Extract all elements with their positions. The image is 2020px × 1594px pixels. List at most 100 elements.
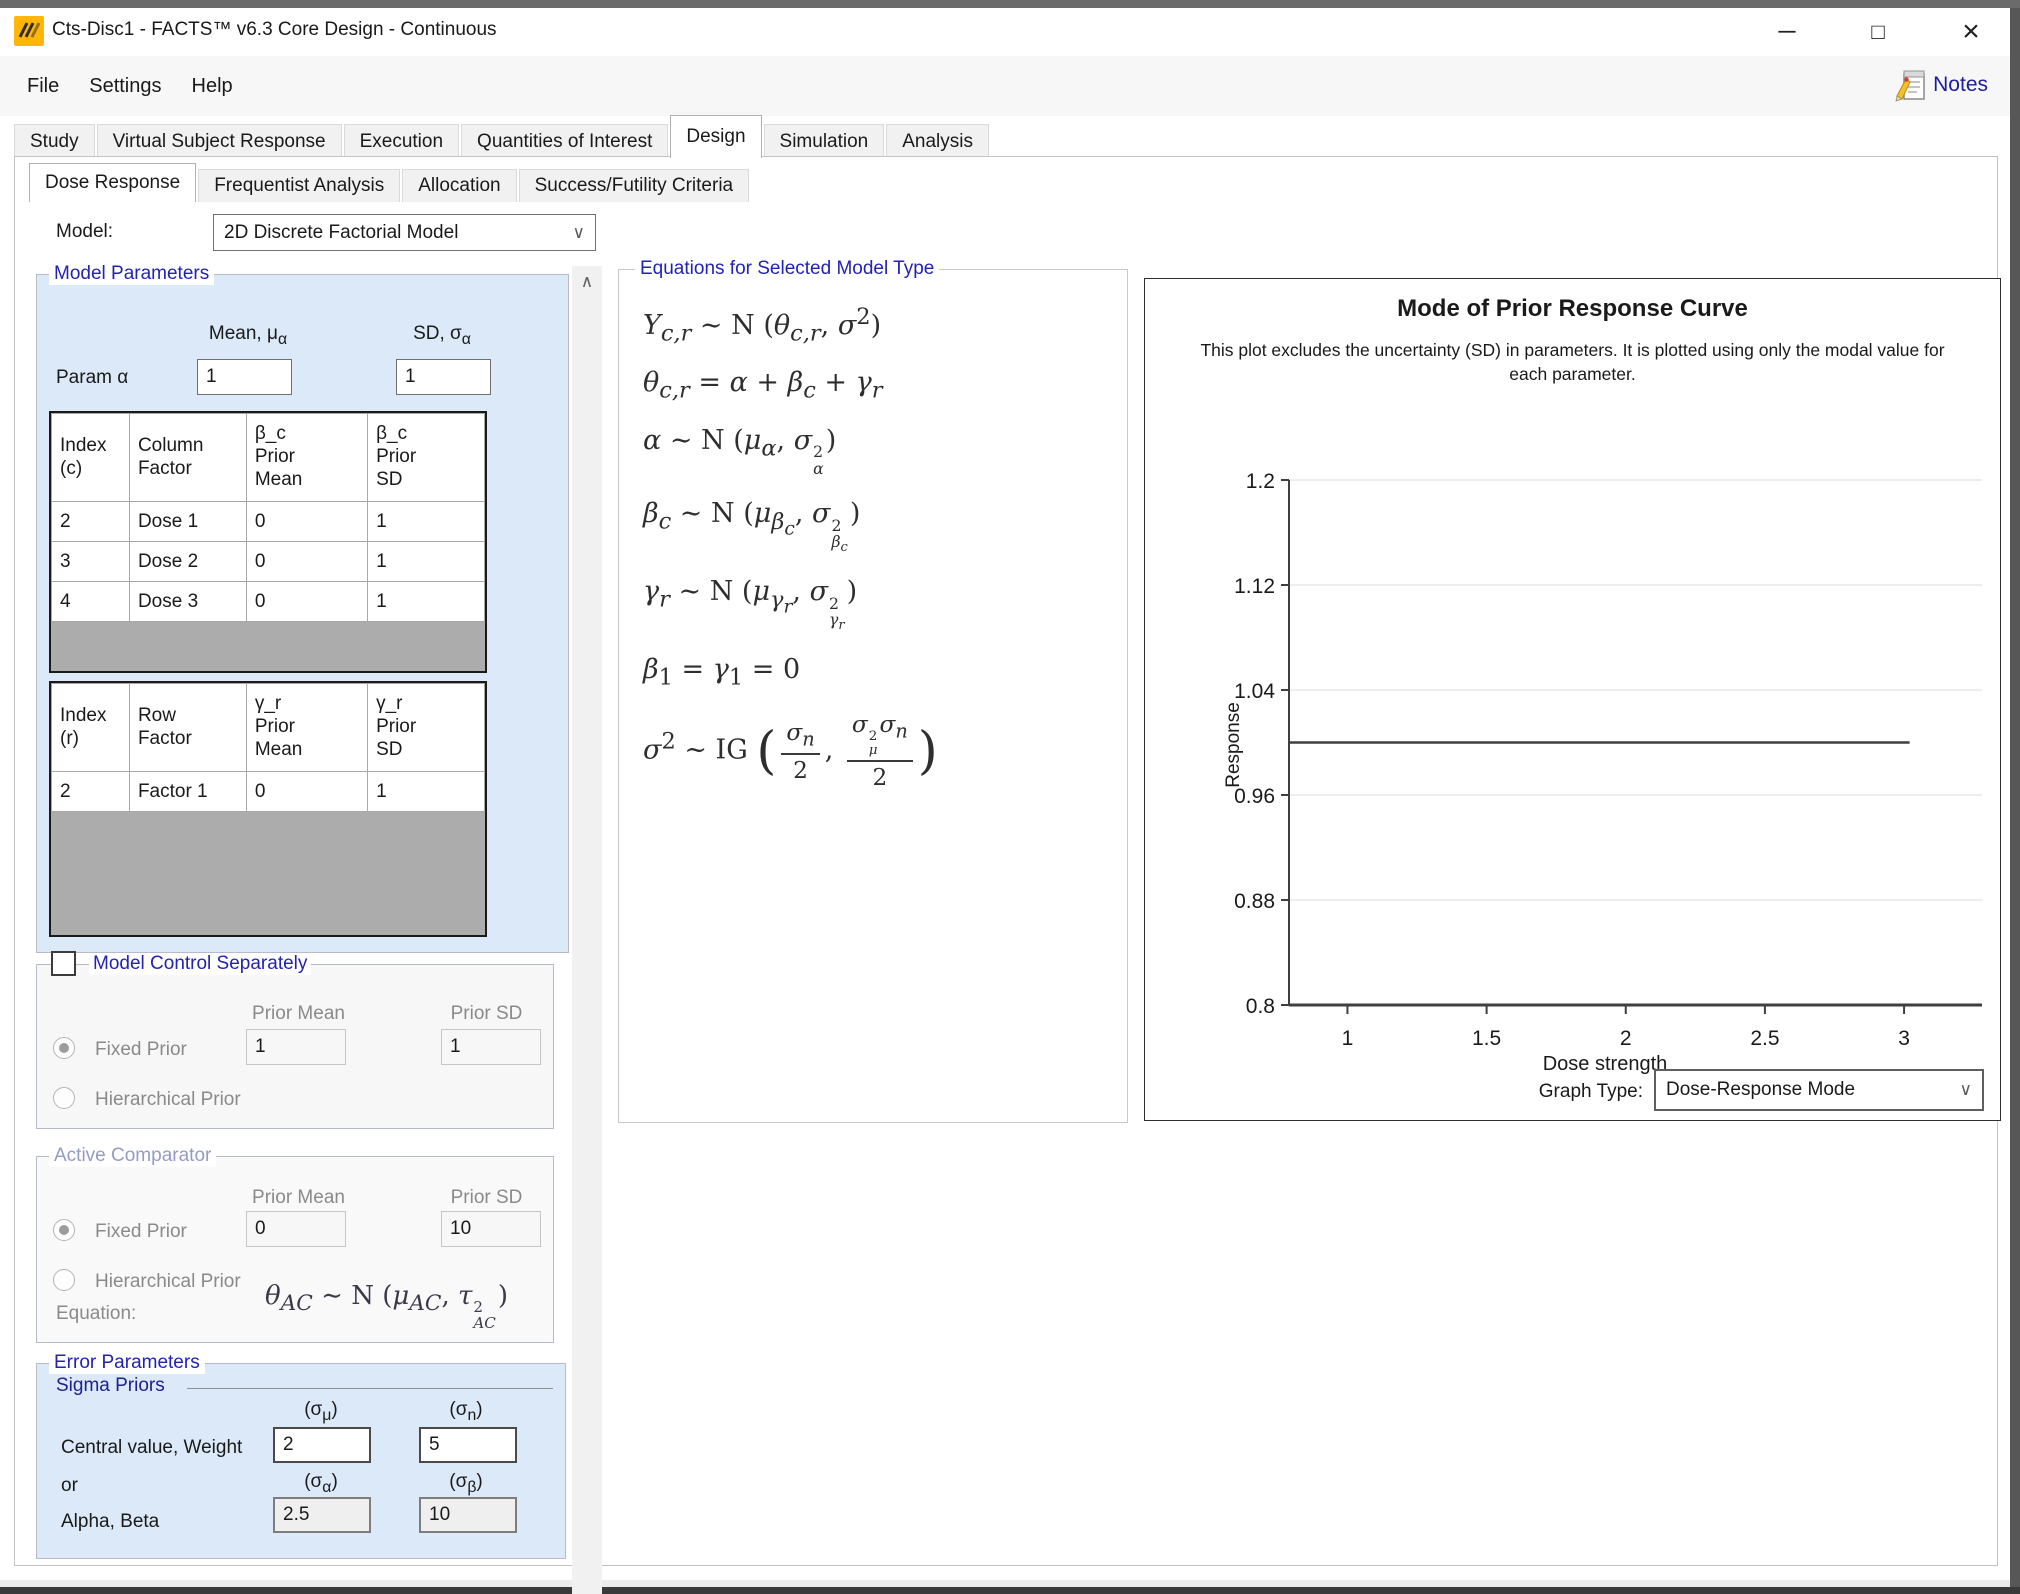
design-sub-tab-strip: Dose ResponseFrequentist AnalysisAllocat… bbox=[29, 162, 751, 202]
mc-prior-mean-input[interactable]: 1 bbox=[246, 1029, 346, 1065]
subtab-success-futility-criteria[interactable]: Success/Futility Criteria bbox=[519, 169, 750, 202]
table-cell[interactable]: Dose 3 bbox=[129, 582, 246, 622]
weight-input[interactable]: 5 bbox=[419, 1427, 517, 1463]
notes-label: Notes bbox=[1933, 73, 1988, 97]
minimize-button[interactable]: ─ bbox=[1755, 8, 1819, 56]
table-cell[interactable]: 1 bbox=[368, 542, 485, 582]
equations-panel: Equations for Selected Model Type Yc,r ∼… bbox=[618, 269, 1128, 1123]
ac-hierarchical-prior-radio[interactable] bbox=[53, 1269, 75, 1291]
table-cell[interactable]: 4 bbox=[52, 582, 130, 622]
model-equation: β1 = γ1 = 0 bbox=[643, 654, 1117, 690]
column-header[interactable]: Index (r) bbox=[52, 684, 130, 772]
menu-item-settings[interactable]: Settings bbox=[87, 71, 163, 102]
table-cell[interactable]: Factor 1 bbox=[129, 772, 246, 812]
chart-title: Mode of Prior Response Curve bbox=[1145, 295, 2000, 323]
table-cell[interactable]: 2 bbox=[52, 502, 130, 542]
scroll-up-icon[interactable]: ∧ bbox=[572, 268, 602, 296]
tab-virtual-subject-response[interactable]: Virtual Subject Response bbox=[97, 124, 342, 158]
screen: Cts-Disc1 - FACTS™ v6.3 Core Design - Co… bbox=[0, 0, 2020, 1594]
model-control-checkbox[interactable] bbox=[51, 951, 76, 976]
subtab-dose-response[interactable]: Dose Response bbox=[29, 163, 196, 202]
model-dropdown[interactable]: 2D Discrete Factorial Model ∨ bbox=[213, 214, 596, 251]
close-button[interactable]: × bbox=[1939, 8, 2003, 56]
column-header[interactable]: Index (c) bbox=[52, 414, 130, 502]
left-panel-scrollbar[interactable]: ∧ ∨ bbox=[572, 266, 602, 1594]
tab-study[interactable]: Study bbox=[14, 124, 95, 158]
column-header[interactable]: Column Factor bbox=[129, 414, 246, 502]
ac-prior-mean-input[interactable]: 0 bbox=[246, 1211, 346, 1247]
table-row[interactable]: 2Dose 101 bbox=[52, 502, 485, 542]
sigma-priors-rule bbox=[187, 1388, 553, 1389]
mc-hierarchical-prior-radio[interactable] bbox=[53, 1087, 75, 1109]
model-parameters-title: Model Parameters bbox=[49, 263, 214, 285]
prior-response-chart-panel: Mode of Prior Response Curve This plot e… bbox=[1144, 278, 2001, 1121]
title-bar: Cts-Disc1 - FACTS™ v6.3 Core Design - Co… bbox=[0, 8, 2010, 56]
table-cell[interactable]: 0 bbox=[246, 502, 367, 542]
table-cell[interactable]: 0 bbox=[246, 582, 367, 622]
model-label: Model: bbox=[56, 221, 113, 243]
menu-item-help[interactable]: Help bbox=[190, 71, 235, 102]
model-equation: Yc,r ∼ N (θc,r, σ2) bbox=[643, 304, 1117, 346]
mc-prior-sd-input[interactable]: 1 bbox=[441, 1029, 541, 1065]
column-header[interactable]: β_c Prior Mean bbox=[246, 414, 367, 502]
y-tick-label: 1.04 bbox=[1234, 680, 1275, 703]
y-tick-label: 1.12 bbox=[1234, 575, 1275, 598]
tab-execution[interactable]: Execution bbox=[344, 124, 459, 158]
chevron-down-icon: ∨ bbox=[1960, 1080, 1972, 1100]
param-alpha-mean-input[interactable]: 1 bbox=[197, 359, 292, 395]
tab-analysis[interactable]: Analysis bbox=[886, 124, 989, 158]
alpha-beta-label: Alpha, Beta bbox=[61, 1511, 159, 1533]
table-row[interactable]: 4Dose 301 bbox=[52, 582, 485, 622]
chevron-down-icon: ∨ bbox=[573, 223, 585, 243]
mc-hierarchical-prior-label[interactable]: Hierarchical Prior bbox=[95, 1089, 241, 1111]
active-comparator-title: Active Comparator bbox=[49, 1145, 216, 1167]
table-cell[interactable]: 0 bbox=[246, 772, 367, 812]
tab-simulation[interactable]: Simulation bbox=[764, 124, 885, 158]
graph-type-dropdown[interactable]: Dose-Response Mode ∨ bbox=[1654, 1069, 1984, 1111]
table-cell[interactable]: 2 bbox=[52, 772, 130, 812]
error-parameters-title: Error Parameters bbox=[49, 1352, 205, 1374]
table-cell[interactable]: 0 bbox=[246, 542, 367, 582]
central-value-input[interactable]: 2 bbox=[273, 1427, 371, 1463]
maximize-button[interactable]: □ bbox=[1846, 8, 1910, 56]
beta-input[interactable]: 10 bbox=[419, 1497, 517, 1533]
ac-prior-sd-input[interactable]: 10 bbox=[441, 1211, 541, 1247]
table-row[interactable]: 3Dose 201 bbox=[52, 542, 485, 582]
param-alpha-sd-input[interactable]: 1 bbox=[396, 359, 491, 395]
sigma-priors-label: Sigma Priors bbox=[56, 1375, 165, 1397]
chart-subtitle: This plot excludes the uncertainty (SD) … bbox=[1145, 339, 2000, 386]
alpha-input[interactable]: 2.5 bbox=[273, 1497, 371, 1533]
background-window-strip-bottom bbox=[0, 1587, 2020, 1594]
x-tick-label: 2.5 bbox=[1750, 1027, 1779, 1050]
table-cell[interactable]: 1 bbox=[368, 772, 485, 812]
ac-hierarchical-prior-label[interactable]: Hierarchical Prior bbox=[95, 1271, 241, 1293]
table-cell[interactable]: Dose 2 bbox=[129, 542, 246, 582]
ac-fixed-prior-label[interactable]: Fixed Prior bbox=[95, 1221, 187, 1243]
table-cell[interactable]: 1 bbox=[368, 582, 485, 622]
table-cell[interactable]: 3 bbox=[52, 542, 130, 582]
column-factor-table[interactable]: Index (c)Column Factorβ_c Prior Meanβ_c … bbox=[49, 411, 487, 673]
column-header[interactable]: Row Factor bbox=[129, 684, 246, 772]
table-cell[interactable]: 1 bbox=[368, 502, 485, 542]
equations-panel-title: Equations for Selected Model Type bbox=[635, 258, 939, 280]
model-control-title: Model Control Separately bbox=[89, 953, 311, 975]
table-cell[interactable]: Dose 1 bbox=[129, 502, 246, 542]
mc-fixed-prior-radio[interactable] bbox=[53, 1037, 75, 1059]
tab-quantities-of-interest[interactable]: Quantities of Interest bbox=[461, 124, 668, 158]
subtab-allocation[interactable]: Allocation bbox=[402, 169, 516, 202]
ac-fixed-prior-radio[interactable] bbox=[53, 1219, 75, 1241]
subtab-frequentist-analysis[interactable]: Frequentist Analysis bbox=[198, 169, 400, 202]
window-title: Cts-Disc1 - FACTS™ v6.3 Core Design - Co… bbox=[52, 19, 497, 41]
tab-design[interactable]: Design bbox=[670, 115, 761, 158]
mc-fixed-prior-label[interactable]: Fixed Prior bbox=[95, 1039, 187, 1061]
notes-button[interactable]: Notes bbox=[1895, 68, 1988, 102]
column-header[interactable]: γ_r Prior Mean bbox=[246, 684, 367, 772]
table-row[interactable]: 2Factor 101 bbox=[52, 772, 485, 812]
row-factor-table[interactable]: Index (r)Row Factorγ_r Prior Meanγ_r Pri… bbox=[49, 681, 487, 937]
column-header[interactable]: γ_r Prior SD bbox=[368, 684, 485, 772]
menu-item-file[interactable]: File bbox=[25, 71, 61, 102]
model-equation: θc,r = α + βc + γr bbox=[643, 367, 1117, 403]
dose-response-plot: 0.80.880.961.041.121.211.522.53Dose stre… bbox=[1145, 427, 2000, 1112]
column-header[interactable]: β_c Prior SD bbox=[368, 414, 485, 502]
x-tick-label: 1 bbox=[1342, 1027, 1354, 1050]
